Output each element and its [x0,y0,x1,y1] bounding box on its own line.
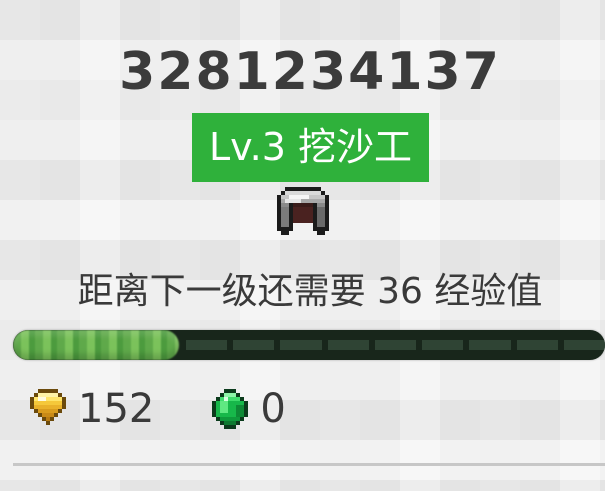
iron-helmet-icon [277,186,329,236]
gold-counter: 152 [30,386,154,432]
gold-nugget-icon [30,389,66,429]
divider [13,463,605,466]
xp-progress-bar [13,330,605,360]
next-level-requirement: 距离下一级还需要 36 经验值 [77,271,543,312]
xp-progress-fill [13,330,179,360]
gold-amount: 152 [78,386,155,432]
currency-row: 152 0 [30,386,286,432]
emerald-amount: 0 [260,386,286,432]
player-level-card: 3281234137 Lv.3 挖沙工 距离下一级还需要 36 经验值 152 … [0,0,605,491]
player-id: 3281234137 [119,42,501,102]
xp-empty-segments [178,340,605,350]
emerald-counter: 0 [212,386,286,432]
emerald-icon [212,389,249,429]
level-badge: Lv.3 挖沙工 [192,113,429,182]
